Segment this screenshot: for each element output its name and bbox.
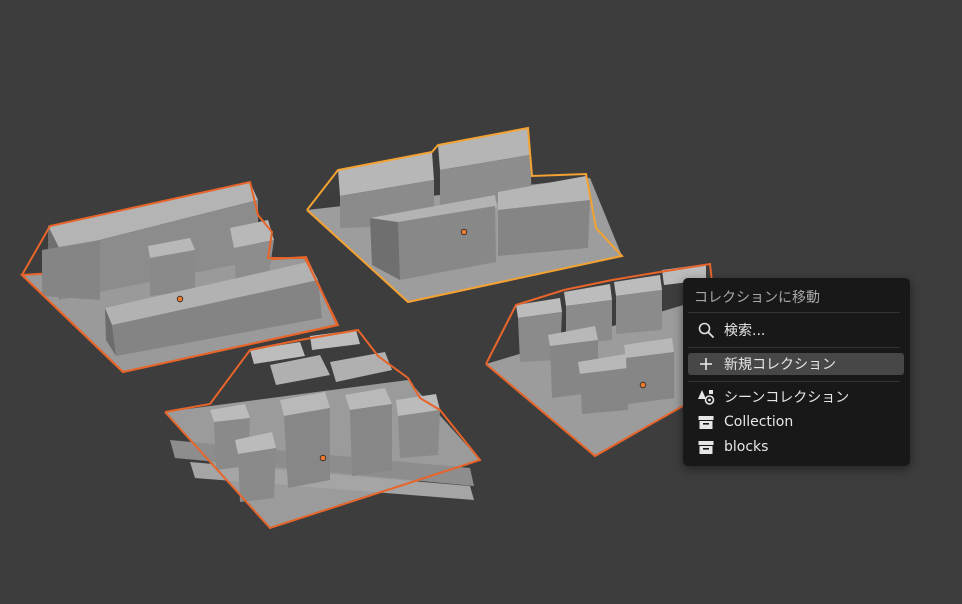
plus-icon — [697, 355, 715, 373]
menu-item-label: Collection — [724, 414, 794, 430]
menu-item-new-collection[interactable]: 新規コレクション — [688, 353, 904, 375]
menu-item-label: 検索... — [724, 323, 766, 339]
menu-item-label: blocks — [724, 439, 769, 455]
menu-separator — [688, 347, 900, 348]
menu-item-blocks[interactable]: blocks — [688, 436, 904, 458]
menu-title: コレクションに移動 — [694, 290, 820, 306]
search-icon — [697, 321, 715, 339]
move-to-collection-menu: コレクションに移動 検索... 新規コレクション シーンコレクション Colle… — [683, 278, 910, 466]
collection-box-icon — [697, 413, 715, 431]
scene-collection-icon — [697, 388, 715, 406]
menu-separator — [688, 381, 900, 382]
collection-box-icon — [697, 438, 715, 456]
menu-item-collection[interactable]: Collection — [688, 411, 904, 433]
menu-item-label: 新規コレクション — [724, 357, 836, 373]
menu-item-scene-collection[interactable]: シーンコレクション — [688, 386, 904, 408]
menu-item-search[interactable]: 検索... — [688, 319, 904, 341]
menu-separator — [688, 312, 900, 313]
menu-item-label: シーンコレクション — [724, 390, 850, 406]
